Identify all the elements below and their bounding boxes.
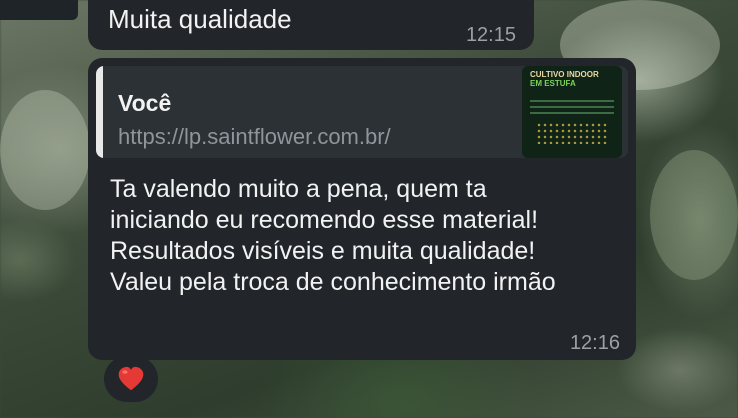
reaction-badge[interactable] [104,356,158,402]
thumbnail-title-text: CULTIVO INDOOR [530,70,599,79]
message-text: Muita qualidade [108,4,292,34]
quoted-message[interactable]: Você https://lp.saintflower.com.br/ CULT… [96,66,628,158]
wallpaper-leaf [650,150,738,280]
quote-link[interactable]: https://lp.saintflower.com.br/ [118,124,391,150]
message-bubble[interactable]: Muita qualidade 12:15 [88,0,534,50]
thumbnail-graphic [536,122,608,144]
quote-author: Você [118,90,172,116]
message-text: Ta valendo muito a pena, quem ta inician… [110,175,556,296]
message-bubble[interactable]: Você https://lp.saintflower.com.br/ CULT… [88,58,636,360]
link-preview-thumbnail[interactable]: CULTIVO INDOOR EM ESTUFA [522,66,622,158]
message-time: 12:15 [465,24,516,46]
thumbnail-lines [530,100,614,118]
heart-icon [118,366,144,391]
quote-bar [96,66,103,158]
thumbnail-title: CULTIVO INDOOR EM ESTUFA [530,70,599,88]
previous-bubble-edge [0,0,78,20]
wallpaper-leaf [0,90,90,210]
thumbnail-subtitle: EM ESTUFA [530,79,576,88]
message-time: 12:16 [569,332,620,354]
